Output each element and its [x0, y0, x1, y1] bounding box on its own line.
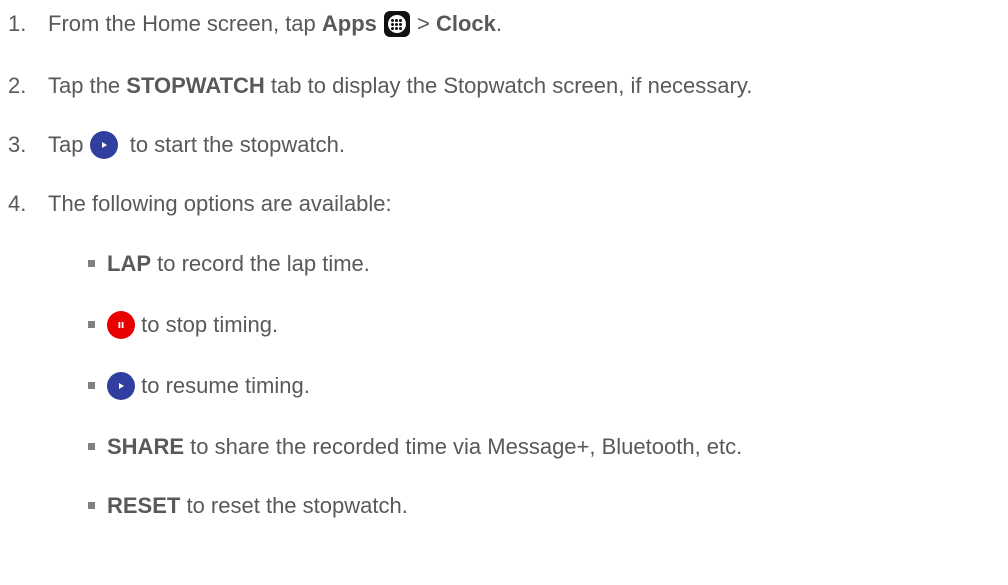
- apps-label: Apps: [321, 11, 377, 36]
- stopwatch-tab-label: STOPWATCH: [126, 73, 265, 98]
- step-suffix: .: [495, 11, 503, 36]
- step-number: 2.: [8, 73, 27, 98]
- share-label: SHARE: [107, 434, 185, 459]
- pause-icon: [107, 311, 135, 339]
- reset-label: RESET: [107, 493, 181, 518]
- apps-grid-icon: [383, 10, 411, 38]
- step-text: Tap the STOPWATCH tab to display the Sto…: [48, 73, 752, 99]
- step-suffix: to start the stopwatch.: [123, 132, 345, 157]
- option-text: to resume timing.: [107, 372, 310, 400]
- option-text: RESET to reset the stopwatch.: [107, 493, 408, 519]
- step-number: 3.: [8, 132, 27, 157]
- lap-label: LAP: [107, 251, 151, 276]
- option-description: to record the lap time.: [151, 251, 370, 276]
- step-number: 1.: [8, 11, 27, 36]
- step-text: From the Home screen, tap Apps > Clock .: [48, 10, 502, 38]
- play-icon: [107, 372, 135, 400]
- bullet: [88, 502, 95, 509]
- step-text: Tap to start the stopwatch.: [48, 131, 345, 159]
- option-description: to share the recorded time via Message+,…: [184, 434, 743, 459]
- option-description: to stop timing.: [135, 312, 279, 337]
- separator: >: [410, 11, 436, 36]
- option-text: SHARE to share the recorded time via Mes…: [107, 434, 742, 460]
- clock-label: Clock: [435, 11, 496, 36]
- option-description: to resume timing.: [135, 373, 310, 398]
- step-prefix: Tap the: [48, 73, 127, 98]
- option-text: to stop timing.: [107, 311, 278, 339]
- bullet: [88, 260, 95, 267]
- step-prefix: Tap: [48, 132, 90, 157]
- step-text: The following options are available:: [48, 191, 392, 216]
- step-prefix: From the Home screen, tap: [48, 11, 322, 36]
- bullet: [88, 382, 95, 389]
- play-icon: [89, 131, 118, 159]
- bullet: [88, 443, 95, 450]
- step-number: 4.: [8, 191, 27, 216]
- option-description: to reset the stopwatch.: [180, 493, 408, 518]
- bullet: [88, 321, 95, 328]
- step-suffix: tab to display the Stopwatch screen, if …: [264, 73, 753, 98]
- option-text: LAP to record the lap time.: [107, 251, 370, 277]
